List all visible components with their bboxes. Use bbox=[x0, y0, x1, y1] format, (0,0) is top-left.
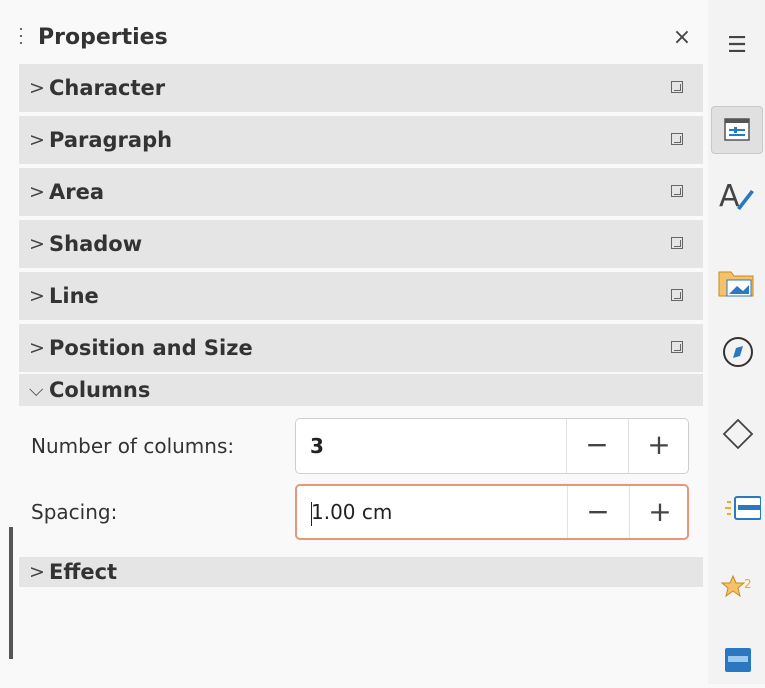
chevron-right-icon: > bbox=[29, 285, 45, 307]
gallery-tab-icon[interactable] bbox=[711, 258, 763, 306]
chevron-right-icon: > bbox=[29, 561, 45, 583]
more-options-icon[interactable] bbox=[671, 81, 683, 93]
section-label: Effect bbox=[49, 560, 118, 584]
section-label: Columns bbox=[49, 378, 151, 402]
navigator-tab-icon[interactable] bbox=[711, 328, 763, 376]
properties-tab-icon[interactable] bbox=[711, 106, 763, 154]
columns-content: Number of columns: 3 − + Spacing: 1.00 c… bbox=[19, 406, 703, 556]
section-label: Line bbox=[49, 284, 99, 308]
master-slides-tab-icon[interactable] bbox=[711, 636, 763, 684]
more-options-icon[interactable] bbox=[671, 341, 683, 353]
chevron-down-icon: ⌵ bbox=[29, 379, 44, 401]
svg-text:2: 2 bbox=[744, 577, 752, 591]
increment-columns-button[interactable]: + bbox=[629, 419, 689, 473]
resize-handle[interactable] bbox=[9, 527, 13, 659]
section-area[interactable]: > Area bbox=[19, 168, 703, 216]
properties-panel: Properties × > Character > Paragraph > A… bbox=[0, 0, 708, 684]
section-effect[interactable]: > Effect bbox=[19, 557, 703, 587]
number-of-columns-label: Number of columns: bbox=[31, 434, 235, 458]
more-options-icon[interactable] bbox=[671, 237, 683, 249]
animation-tab-icon[interactable]: 2 bbox=[711, 560, 763, 608]
chevron-right-icon: > bbox=[29, 337, 45, 359]
sidebar-menu-icon[interactable]: ☰ bbox=[711, 22, 763, 70]
decrement-spacing-button[interactable]: − bbox=[568, 486, 628, 538]
chevron-right-icon: > bbox=[29, 77, 45, 99]
slide-transition-tab-icon[interactable] bbox=[711, 484, 763, 532]
styles-tab-icon[interactable]: A bbox=[711, 170, 763, 218]
spacing-spinbox: 1.00 cm − + bbox=[295, 484, 689, 540]
more-options-icon[interactable] bbox=[671, 133, 683, 145]
spacing-input[interactable]: 1.00 cm bbox=[311, 486, 541, 538]
chevron-right-icon: > bbox=[29, 233, 45, 255]
chevron-right-icon: > bbox=[29, 129, 45, 151]
section-label: Area bbox=[49, 180, 105, 204]
shapes-tab-icon[interactable] bbox=[711, 410, 763, 458]
section-paragraph[interactable]: > Paragraph bbox=[19, 116, 703, 164]
more-options-icon[interactable] bbox=[671, 185, 683, 197]
section-character[interactable]: > Character bbox=[19, 64, 703, 112]
section-position-and-size[interactable]: > Position and Size bbox=[19, 324, 703, 372]
grip-handle-icon[interactable] bbox=[20, 28, 23, 48]
section-shadow[interactable]: > Shadow bbox=[19, 220, 703, 268]
section-label: Position and Size bbox=[49, 336, 253, 360]
more-options-icon[interactable] bbox=[671, 289, 683, 301]
section-label: Paragraph bbox=[49, 128, 173, 152]
panel-header: Properties × bbox=[0, 10, 708, 64]
number-of-columns-input[interactable]: 3 bbox=[310, 419, 540, 473]
number-of-columns-spinbox: 3 − + bbox=[295, 418, 689, 474]
section-label: Shadow bbox=[49, 232, 143, 256]
section-label: Character bbox=[49, 76, 166, 100]
chevron-right-icon: > bbox=[29, 181, 45, 203]
close-panel-button[interactable]: × bbox=[670, 24, 694, 52]
section-line[interactable]: > Line bbox=[19, 272, 703, 320]
panel-title: Properties bbox=[38, 25, 168, 50]
spacing-label: Spacing: bbox=[31, 500, 118, 524]
decrement-columns-button[interactable]: − bbox=[567, 419, 627, 473]
section-columns[interactable]: ⌵ Columns bbox=[19, 374, 703, 406]
increment-spacing-button[interactable]: + bbox=[630, 486, 690, 538]
sidebar-tab-bar: ☰ A 2 bbox=[708, 0, 765, 684]
svg-text:A: A bbox=[719, 179, 740, 214]
